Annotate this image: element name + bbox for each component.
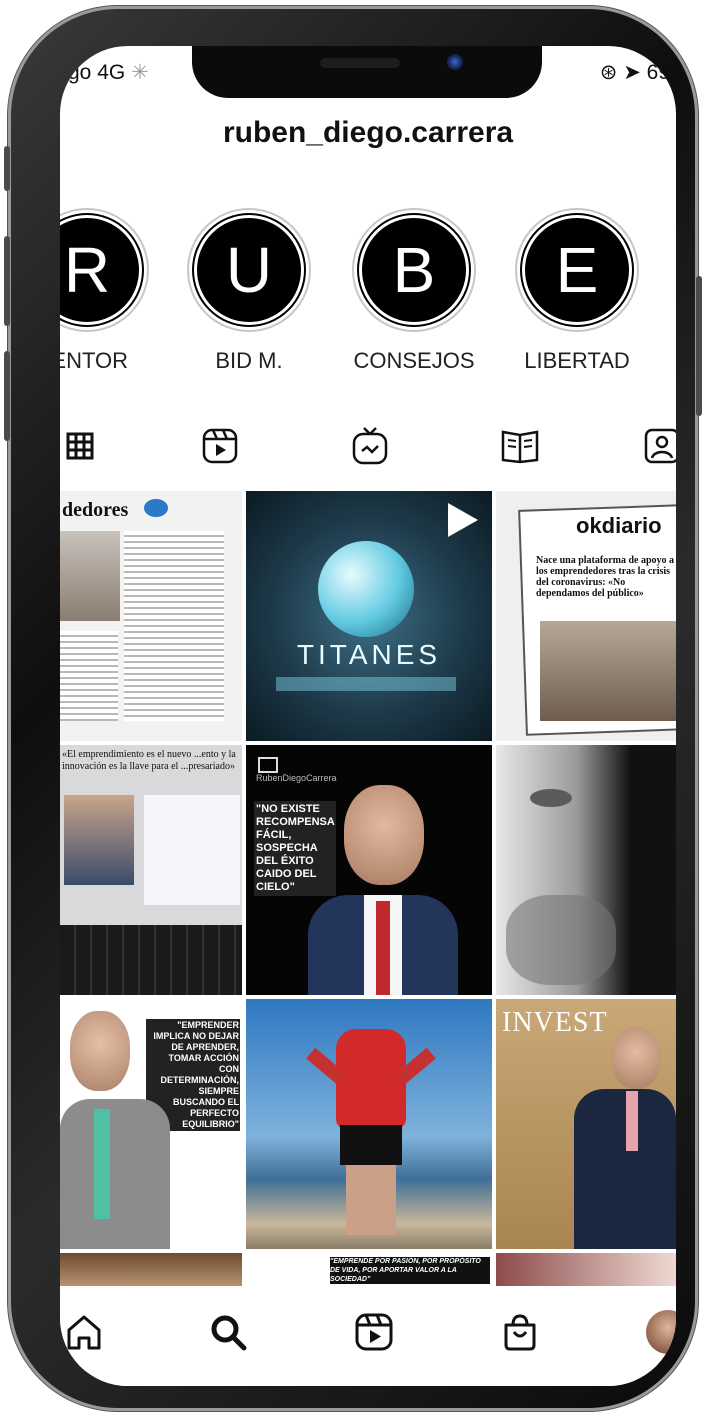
silent-switch bbox=[4, 146, 10, 191]
battery-text: 69 bbox=[646, 61, 670, 84]
profile-tabs bbox=[60, 421, 676, 481]
post-subtitle-bar bbox=[276, 677, 456, 691]
post-thumbnail[interactable] bbox=[496, 745, 676, 995]
highlight-label: CONSEJOS bbox=[353, 348, 475, 373]
posts-grid: dedores TITANES okdiario Nace una plataf… bbox=[60, 491, 676, 1293]
tagged-person-icon bbox=[644, 428, 676, 464]
front-camera bbox=[447, 54, 463, 70]
tab-tagged[interactable] bbox=[642, 421, 676, 471]
post-thumbnail[interactable]: INVEST bbox=[496, 999, 676, 1249]
person-tie bbox=[94, 1109, 110, 1219]
person-suit bbox=[60, 1099, 170, 1249]
screen-content bbox=[144, 795, 240, 905]
article-photo bbox=[540, 621, 676, 721]
highlight-circle: E bbox=[522, 215, 632, 325]
post-thumbnail[interactable] bbox=[246, 999, 492, 1249]
speaker bbox=[320, 58, 400, 68]
person-suit bbox=[574, 1089, 676, 1249]
highlight-label: LIBERTAD bbox=[524, 348, 630, 373]
post-thumbnail[interactable]: RubenDiegoCarrera "NO EXISTE RECOMPENSA … bbox=[246, 745, 492, 995]
news-brand: okdiario bbox=[576, 513, 662, 538]
status-bar-left: go 4G ✳ bbox=[68, 60, 149, 85]
article-headline: «El emprendimiento es el nuevo ...ento y… bbox=[62, 749, 236, 772]
highlight-item[interactable]: R ENTOR bbox=[60, 208, 152, 374]
beard-shade bbox=[506, 895, 616, 985]
profile-username[interactable]: ruben_diego.carrera bbox=[60, 116, 676, 150]
volume-down-button bbox=[4, 351, 10, 441]
home-icon bbox=[67, 1315, 101, 1350]
person-head bbox=[70, 1011, 130, 1091]
avatar bbox=[646, 1310, 676, 1354]
person-photo bbox=[64, 795, 134, 885]
nav-search[interactable] bbox=[200, 1304, 256, 1360]
volume-up-button bbox=[4, 236, 10, 326]
post-quote: "NO EXISTE RECOMPENSA FÁCIL, SOSPECHA DE… bbox=[254, 801, 336, 896]
lock-rotation-icon: ⊛ bbox=[599, 61, 618, 84]
post-thumbnail[interactable]: «El emprendimiento es el nuevo ...ento y… bbox=[60, 745, 242, 995]
shopping-bag-icon bbox=[504, 1314, 536, 1351]
nav-profile[interactable] bbox=[640, 1304, 676, 1360]
article-text-block bbox=[124, 531, 224, 721]
play-icon bbox=[448, 503, 478, 537]
guides-icon bbox=[501, 430, 539, 464]
tab-reels[interactable] bbox=[190, 421, 250, 471]
person-tie bbox=[626, 1091, 638, 1151]
highlight-circle: B bbox=[359, 215, 469, 325]
post-thumbnail[interactable]: TITANES bbox=[246, 491, 492, 741]
reels-icon bbox=[355, 1313, 393, 1351]
tab-igtv[interactable] bbox=[340, 421, 400, 471]
nav-shop[interactable] bbox=[492, 1304, 548, 1360]
highlight-circle: U bbox=[194, 215, 304, 325]
laptop-keyboard bbox=[60, 925, 242, 995]
carrier-text: go 4G bbox=[68, 61, 126, 84]
bottom-navigation bbox=[60, 1286, 676, 1386]
highlight-item[interactable]: B CONSEJOS bbox=[349, 208, 479, 374]
story-highlights: R ENTOR U BID M. B CONSEJOS E LIBERTAD bbox=[60, 208, 676, 373]
post-heading: INVEST bbox=[502, 1007, 608, 1038]
article-text-block bbox=[60, 631, 118, 721]
highlight-item[interactable]: U BID M. bbox=[184, 208, 314, 374]
highlight-label: ENTOR bbox=[60, 348, 128, 373]
post-heading: dedores bbox=[62, 499, 129, 521]
nav-home[interactable] bbox=[60, 1304, 112, 1360]
nav-reels[interactable] bbox=[346, 1304, 402, 1360]
post-quote: "EMPRENDE POR PASIÓN, POR PROPÓSITO DE V… bbox=[330, 1257, 490, 1284]
article-image bbox=[60, 531, 120, 621]
titanes-globe-logo bbox=[318, 541, 414, 637]
person-head bbox=[612, 1027, 660, 1089]
highlight-item[interactable]: E LIBERTAD bbox=[512, 208, 642, 374]
status-bar-right: ⊛ ➤ 69 bbox=[600, 60, 670, 85]
post-brand: RubenDiegoCarrera bbox=[256, 773, 337, 783]
cyclist-jersey bbox=[336, 1029, 406, 1129]
highlight-label: BID M. bbox=[215, 348, 283, 373]
person-tie bbox=[376, 901, 390, 995]
igtv-icon bbox=[352, 427, 388, 465]
article-headline: Nace una plataforma de apoyo a los empre… bbox=[536, 555, 675, 599]
signal-sparkle-icon: ✳ bbox=[131, 61, 149, 84]
screen: go 4G ✳ ⊛ ➤ 69 ruben_diego.carrera R ENT… bbox=[60, 46, 676, 1386]
highlight-circle: R bbox=[60, 215, 142, 325]
cyclist-legs bbox=[346, 1165, 396, 1235]
grid-icon bbox=[66, 432, 94, 460]
eye-shape bbox=[530, 789, 572, 807]
cyclist-shorts bbox=[340, 1125, 402, 1165]
search-icon bbox=[211, 1315, 247, 1351]
tab-grid[interactable] bbox=[60, 421, 100, 471]
post-thumbnail[interactable]: okdiario Nace una plataforma de apoyo a … bbox=[496, 491, 676, 741]
person-head bbox=[344, 785, 424, 885]
rdc-logo bbox=[258, 757, 278, 773]
power-button bbox=[696, 276, 702, 416]
notch bbox=[192, 46, 542, 98]
post-title: TITANES bbox=[296, 639, 442, 670]
location-arrow-icon: ➤ bbox=[623, 61, 641, 84]
emprendedores-logo bbox=[144, 499, 168, 517]
post-thumbnail[interactable]: "EMPRENDER IMPLICA NO DEJAR DE APRENDER,… bbox=[60, 999, 242, 1249]
tab-guides[interactable] bbox=[490, 421, 550, 471]
post-thumbnail[interactable]: dedores bbox=[60, 491, 242, 741]
reels-icon bbox=[202, 428, 238, 464]
